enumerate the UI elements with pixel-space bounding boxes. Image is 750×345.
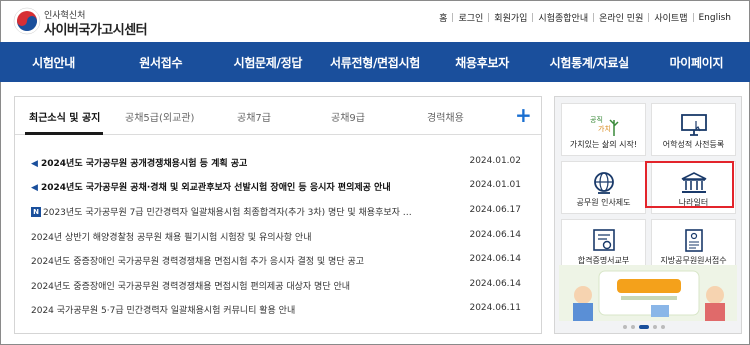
news-title[interactable]: 2024 국가공무원 5·7급 민간경력자 일괄채용시험 커뮤니티 활용 안내	[31, 303, 441, 316]
banner-pager	[623, 325, 665, 329]
nav-statistics[interactable]: 시험통계/자료실	[536, 42, 643, 82]
speaker-icon: ◀	[31, 183, 38, 193]
pager-dot[interactable]	[653, 325, 657, 329]
more-plus-icon[interactable]: +	[515, 103, 532, 127]
card-value-life[interactable]: 공직 가치 가치있는 삶의 시작!	[561, 103, 646, 156]
tab-grade7[interactable]: 공채7급	[237, 109, 271, 124]
news-title[interactable]: N 2023년도 국가공무원 7급 민간경력자 일괄채용시험 최종합격자(추가 3…	[31, 205, 441, 218]
news-tabs: 최근소식 및 공지 공채5급(외교관) 공채7급 공채9급 경력채용 +	[15, 97, 541, 135]
list-item[interactable]: 2024년도 중증장애인 국가공무원 경력경쟁채용 면접시험 추가 응시자 결정…	[31, 252, 531, 268]
site-header: 인사혁신처 사이버국가고시센터 홈 로그인 회원가입 시험종합안내 온라인 민원…	[0, 0, 750, 42]
util-link-sitemap[interactable]: 사이트맵	[649, 11, 692, 24]
util-link-english[interactable]: English	[694, 13, 737, 23]
news-title[interactable]: 2024년도 중증장애인 국가공무원 경력경쟁채용 면접시험 추가 응시자 결정…	[31, 254, 441, 267]
new-badge-icon: N	[31, 207, 41, 217]
nav-mypage[interactable]: 마이페이지	[643, 42, 750, 82]
main-nav: 시험안내 원서접수 시험문제/정답 서류전형/면접시험 채용후보자 시험통계/자…	[0, 42, 750, 82]
utility-links: 홈 로그인 회원가입 시험종합안내 온라인 민원 사이트맵 English	[434, 11, 737, 25]
speaker-icon: ◀	[31, 159, 38, 169]
card-label: 어학성적 사전등록	[662, 140, 725, 149]
nav-document-interview[interactable]: 서류전형/면접시험	[321, 42, 428, 82]
tab-grade5-diplomat[interactable]: 공채5급(외교관)	[125, 109, 194, 124]
news-panel: 최근소식 및 공지 공채5급(외교관) 공채7급 공채9급 경력채용 + ◀ 20…	[14, 96, 542, 334]
news-date: 2024.06.14	[469, 254, 521, 264]
util-link-signup[interactable]: 회원가입	[489, 11, 532, 24]
site-logo[interactable]: 인사혁신처 사이버국가고시센터	[12, 6, 162, 38]
news-date: 2024.06.14	[469, 230, 521, 240]
highlight-box	[645, 161, 734, 208]
news-date: 2024.06.17	[469, 205, 521, 215]
news-title[interactable]: 2024년도 중증장애인 국가공무원 경력경쟁채용 면접시험 편의제공 대상자 …	[31, 279, 441, 292]
news-date: 2024.01.01	[469, 180, 521, 190]
nav-candidates[interactable]: 채용후보자	[429, 42, 536, 82]
pager-dot-active[interactable]	[639, 325, 649, 329]
promo-banner-image	[559, 265, 737, 321]
util-link-home[interactable]: 홈	[434, 11, 452, 24]
news-title[interactable]: 2024년 상반기 해양경찰청 공무원 채용 필기시험 시험장 및 유의사항 안…	[31, 230, 441, 243]
news-title[interactable]: ◀ 2024년도 국가공무원 공개경쟁채용시험 등 계획 공고	[31, 156, 441, 169]
logo-site-name: 사이버국가고시센터	[44, 23, 148, 38]
svg-text:공직: 공직	[590, 115, 603, 124]
nav-questions-answers[interactable]: 시험문제/정답	[214, 42, 321, 82]
certificate-icon	[592, 229, 615, 251]
news-date: 2024.06.14	[469, 279, 521, 289]
pager-dot[interactable]	[623, 325, 627, 329]
tab-career[interactable]: 경력채용	[427, 109, 464, 124]
pager-dot[interactable]	[631, 325, 635, 329]
tab-latest-news[interactable]: 최근소식 및 공지	[29, 109, 100, 124]
globe-icon	[593, 172, 614, 194]
list-item[interactable]: ◀ 2024년도 국가공무원 공채·경채 및 외교관후보자 선발시험 장애인 등 …	[31, 178, 531, 194]
nav-exam-info[interactable]: 시험안내	[0, 42, 107, 82]
promo-banner[interactable]	[559, 265, 737, 321]
quick-links-panel: 공직 가치 가치있는 삶의 시작! 어학성적 사전등록 공무원 인사제도 나라일…	[554, 96, 742, 334]
document-icon	[684, 229, 703, 252]
list-item[interactable]: N 2023년도 국가공무원 7급 민간경력자 일괄채용시험 최종합격자(추가 3…	[31, 203, 531, 219]
monitor-pointer-icon	[680, 114, 707, 136]
list-item[interactable]: 2024년도 중증장애인 국가공무원 경력경쟁채용 면접시험 편의제공 대상자 …	[31, 277, 531, 293]
list-item[interactable]: ◀ 2024년도 국가공무원 공개경쟁채용시험 등 계획 공고 2024.01.0…	[31, 154, 531, 170]
list-item[interactable]: 2024 국가공무원 5·7급 민간경력자 일괄채용시험 커뮤니티 활용 안내 …	[31, 301, 531, 317]
logo-emblem-icon	[13, 7, 41, 35]
card-label: 공무원 인사제도	[576, 198, 631, 207]
card-label: 가치있는 삶의 시작!	[569, 140, 638, 149]
svg-text:가치: 가치	[598, 124, 611, 133]
active-tab-indicator	[25, 132, 103, 135]
value-life-icon: 공직 가치	[590, 115, 619, 136]
news-title[interactable]: ◀ 2024년도 국가공무원 공채·경채 및 외교관후보자 선발시험 장애인 등 …	[31, 180, 441, 193]
util-link-online-petition[interactable]: 온라인 민원	[594, 11, 648, 24]
card-hr-system[interactable]: 공무원 인사제도	[561, 161, 646, 214]
card-language-score[interactable]: 어학성적 사전등록	[651, 103, 736, 156]
util-link-login[interactable]: 로그인	[453, 11, 488, 24]
list-item[interactable]: 2024년 상반기 해양경찰청 공무원 채용 필기시험 시험장 및 유의사항 안…	[31, 228, 531, 244]
pager-dot[interactable]	[661, 325, 665, 329]
tab-grade9[interactable]: 공채9급	[331, 109, 365, 124]
nav-application[interactable]: 원서접수	[107, 42, 214, 82]
news-date: 2024.06.11	[469, 303, 521, 313]
util-link-exam-guide[interactable]: 시험종합안내	[533, 11, 593, 24]
news-date: 2024.01.02	[469, 156, 521, 166]
